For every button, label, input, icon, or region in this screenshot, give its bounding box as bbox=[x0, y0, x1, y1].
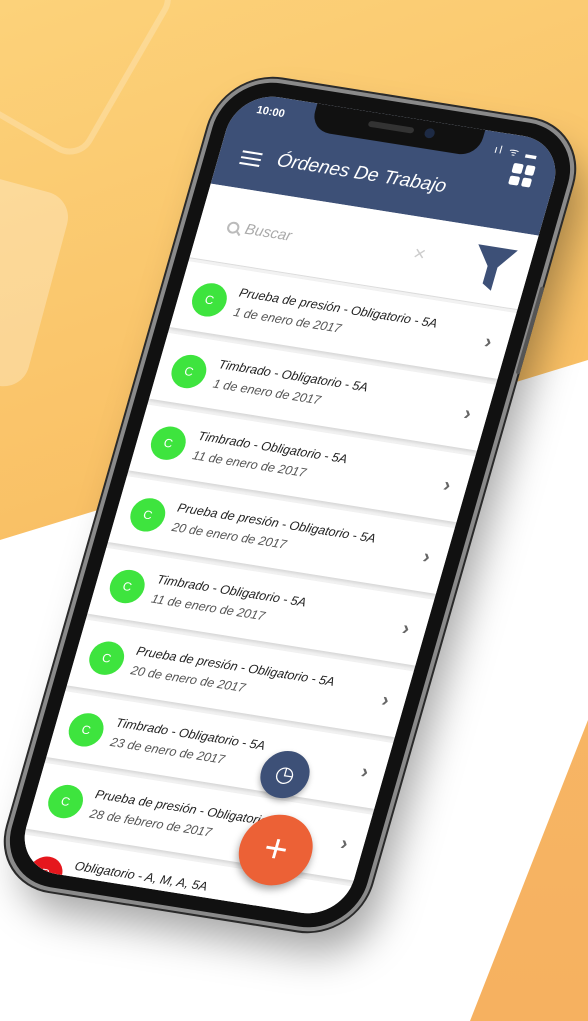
status-time: 10:00 bbox=[254, 104, 287, 121]
hamburger-menu-icon[interactable] bbox=[239, 150, 263, 167]
chevron-right-icon: › bbox=[379, 689, 392, 712]
status-avatar: C bbox=[44, 782, 88, 821]
chevron-right-icon: › bbox=[358, 760, 372, 784]
chevron-right-icon: › bbox=[399, 617, 413, 640]
status-avatar: C bbox=[126, 495, 170, 534]
chevron-right-icon: › bbox=[420, 545, 433, 569]
qr-code-icon[interactable] bbox=[507, 162, 536, 188]
status-avatar: C bbox=[167, 352, 211, 391]
chevron-right-icon: › bbox=[481, 330, 495, 354]
clear-search-icon[interactable]: × bbox=[410, 243, 429, 267]
status-avatar: C bbox=[146, 424, 190, 463]
chevron-right-icon: › bbox=[461, 402, 474, 425]
chevron-right-icon: › bbox=[337, 832, 351, 855]
status-avatar: C bbox=[187, 280, 231, 319]
status-icons: ıl ᯤ ▬ bbox=[492, 143, 541, 163]
hexagon-filled-decoration bbox=[0, 167, 74, 393]
filter-icon[interactable] bbox=[463, 240, 521, 297]
speaker-grille bbox=[367, 120, 415, 134]
search-icon bbox=[225, 220, 241, 235]
front-camera bbox=[423, 127, 436, 139]
search-input[interactable] bbox=[239, 215, 400, 265]
chevron-right-icon: › bbox=[440, 474, 454, 497]
status-avatar: C bbox=[85, 639, 129, 678]
hexagon-outline-decoration bbox=[0, 0, 181, 164]
status-avatar: C bbox=[105, 567, 149, 606]
page-title: Órdenes De Trabajo bbox=[274, 150, 449, 198]
status-avatar: C bbox=[64, 710, 108, 749]
